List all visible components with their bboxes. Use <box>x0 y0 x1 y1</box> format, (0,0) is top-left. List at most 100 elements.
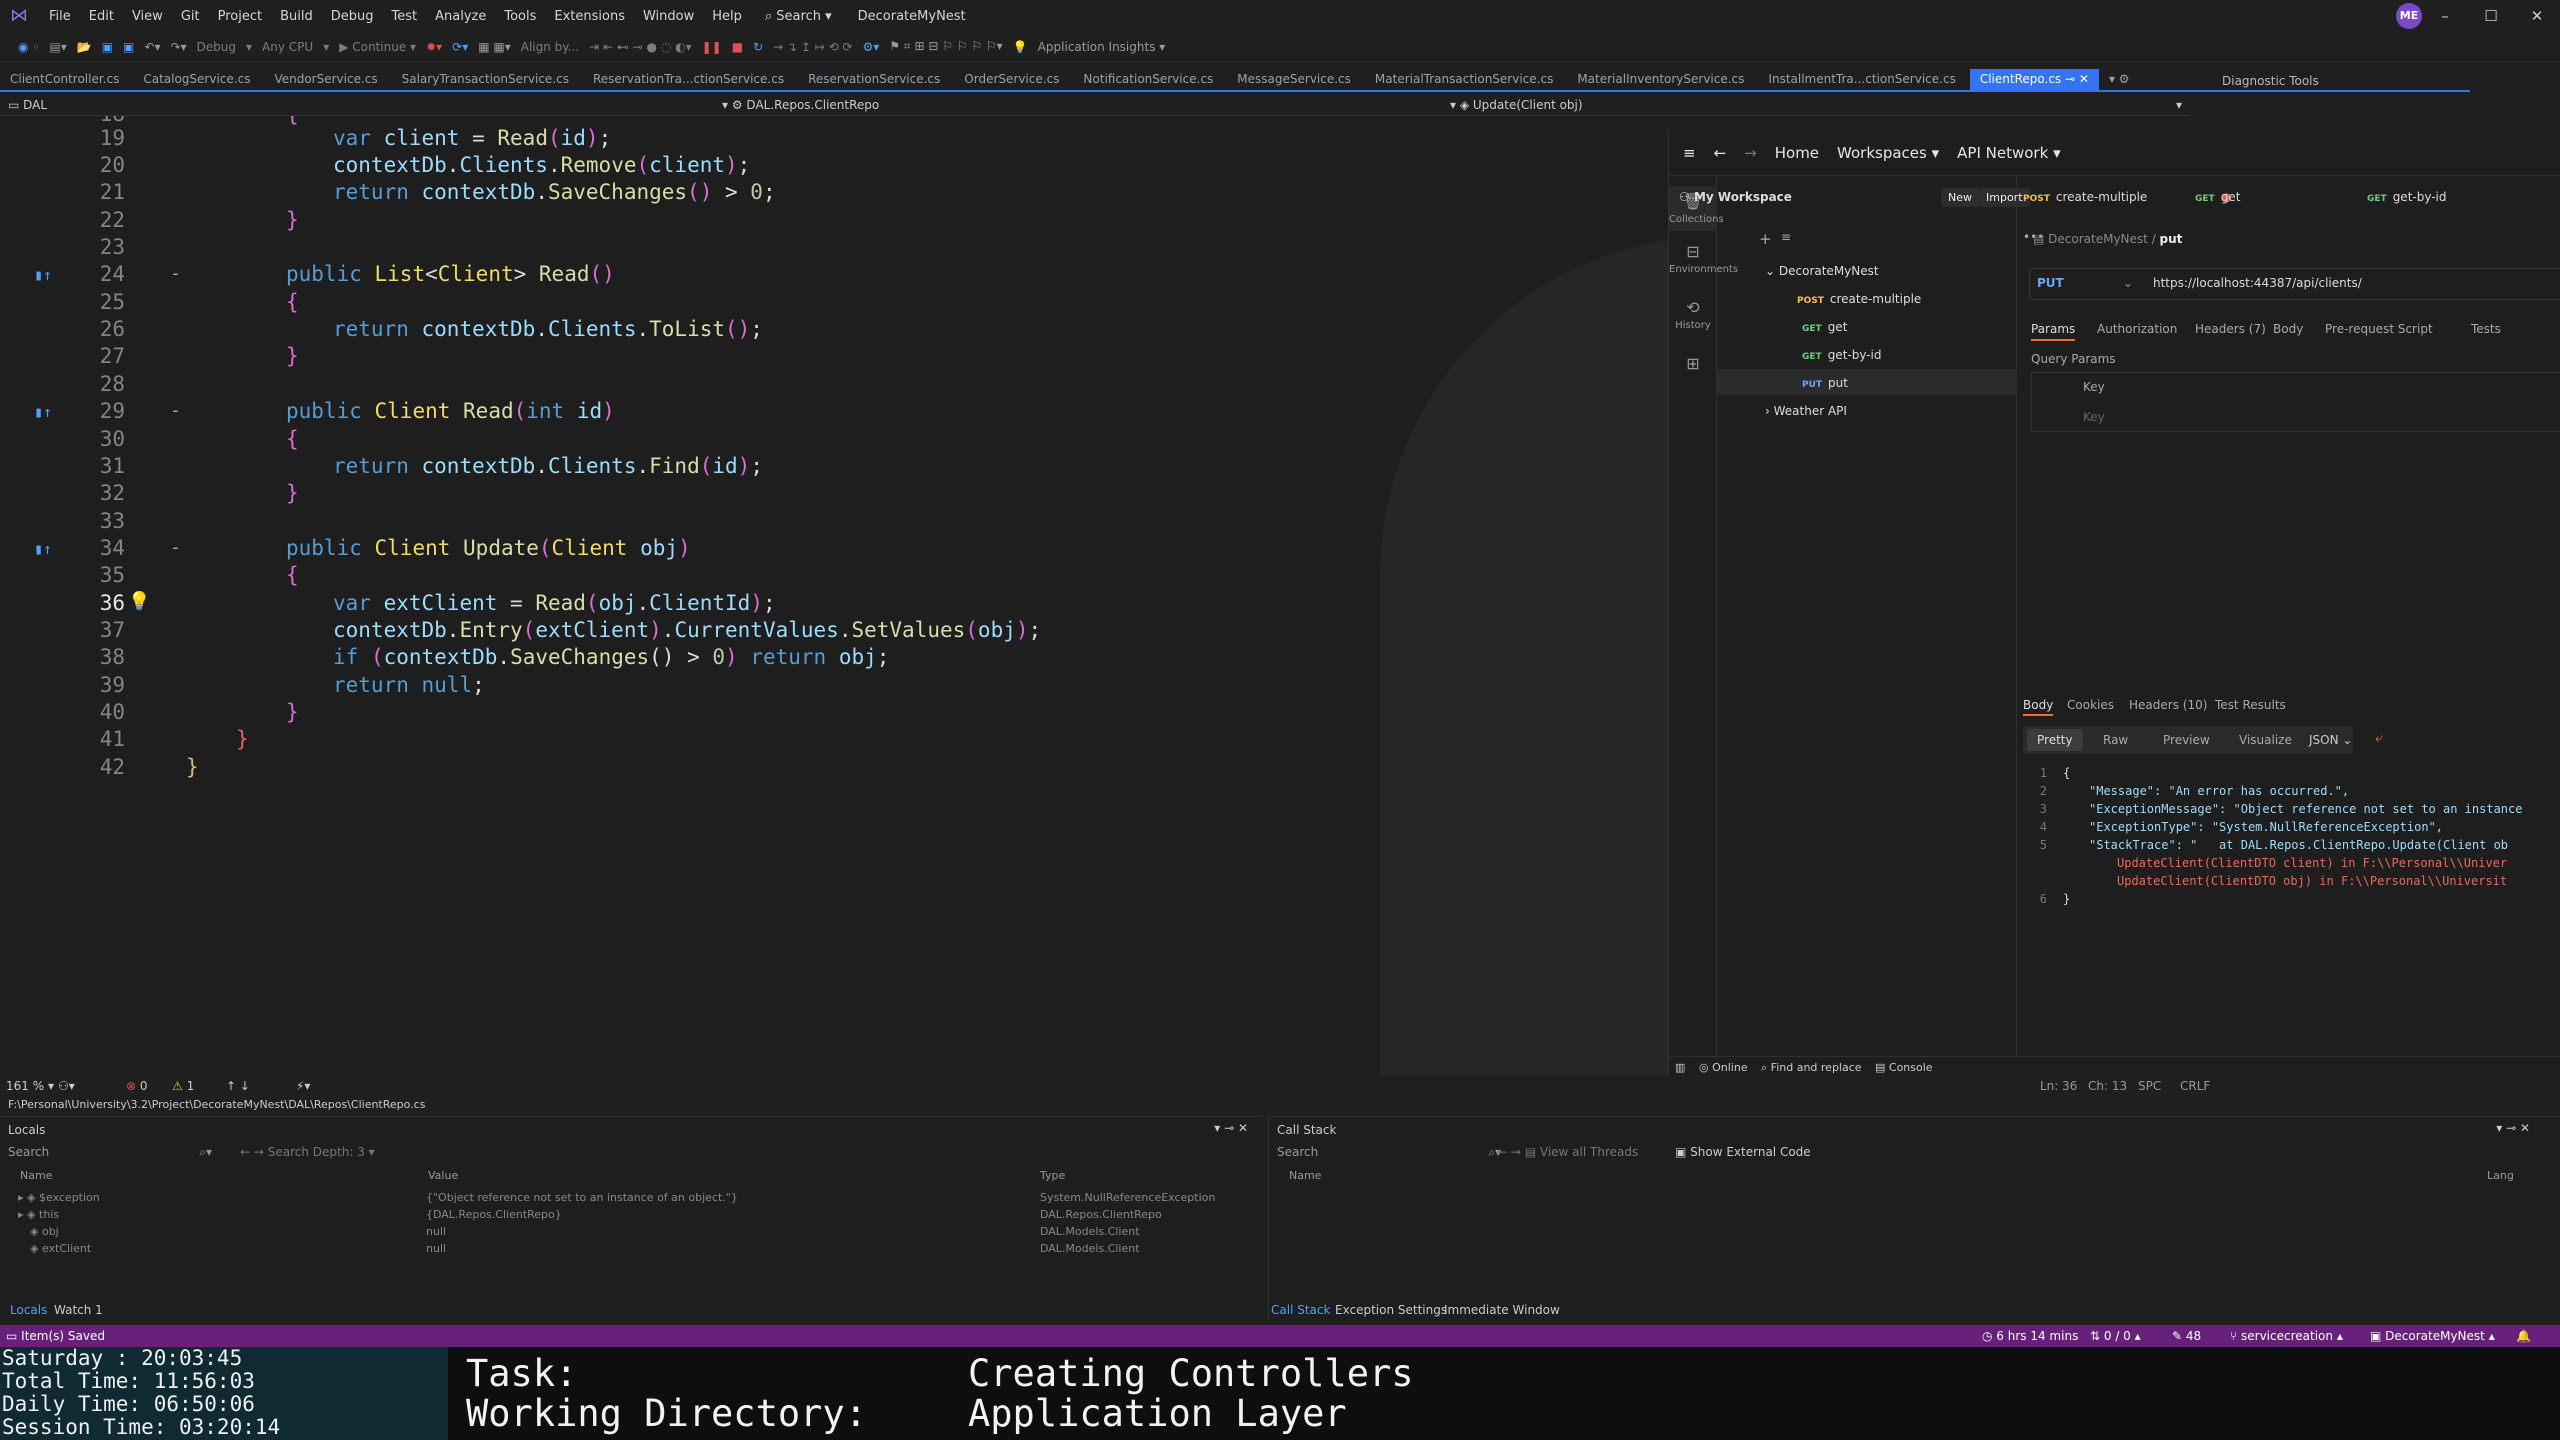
minimize-icon[interactable]: – <box>2422 7 2468 25</box>
indent-indicator[interactable]: SPC <box>2138 1079 2161 1093</box>
add-collection-icon[interactable]: + <box>1759 230 1772 248</box>
response-body[interactable]: 1 2 3 4 5 6 { "Message": "An error has o… <box>2023 766 2560 906</box>
open-tab-get[interactable]: GET get <box>2195 190 2240 204</box>
nav-arrows-icon[interactable]: ↑ ↓ <box>226 1079 250 1093</box>
insights-dropdown[interactable]: Application Insights ▾ <box>1038 40 1166 54</box>
save-all-icon[interactable]: ▣ <box>123 40 134 54</box>
resp-tab-body[interactable]: Body <box>2023 698 2054 716</box>
insights-icon[interactable]: 💡 <box>1013 40 1028 54</box>
repository[interactable]: ▣ DecorateMyNest ▴ <box>2370 1329 2495 1343</box>
locals-row[interactable]: ◈ obj <box>30 1225 59 1238</box>
menu-debug[interactable]: Debug <box>322 9 383 24</box>
tab-immediate-window[interactable]: Immediate Window <box>1444 1303 1560 1317</box>
codelens-icon[interactable]: ▮↑ <box>34 266 52 284</box>
layout-icon[interactable]: ▦ ▦▾ <box>478 40 511 54</box>
locals-search[interactable]: Search ⌕▾ <box>8 1145 212 1160</box>
menu-project[interactable]: Project <box>209 9 271 24</box>
git-branch[interactable]: ⑂ servicecreation ▴ <box>2230 1329 2343 1343</box>
view-tab-raw[interactable]: Raw <box>2103 733 2128 747</box>
chevron-down-icon[interactable]: ▾ <box>323 40 329 54</box>
tab-reservationtransactionservice[interactable]: ReservationTra...ctionService.cs <box>583 72 798 90</box>
locals-row[interactable]: ◈ extClient <box>30 1242 91 1255</box>
menu-extensions[interactable]: Extensions <box>545 9 634 24</box>
lightbulb-icon[interactable]: 💡 <box>128 591 150 612</box>
tab-materialtransactionservice[interactable]: MaterialTransactionService.cs <box>1365 72 1567 90</box>
menu-build[interactable]: Build <box>271 9 322 24</box>
diagnostics-icon[interactable]: ⚙▾ <box>863 40 880 54</box>
back-forward-icon[interactable]: ◉ ◦ <box>18 40 39 54</box>
tab-reservationservice[interactable]: ReservationService.cs <box>798 72 954 90</box>
collection-weather-api[interactable]: › Weather API <box>1765 404 1847 418</box>
tab-catalogservice[interactable]: CatalogService.cs <box>133 72 264 90</box>
pending-edits[interactable]: ✎ 48 <box>2172 1329 2201 1343</box>
align-dropdown[interactable]: Align by... <box>521 40 579 54</box>
show-external-code[interactable]: ▣ Show External Code <box>1675 1145 1811 1159</box>
request-put[interactable]: PUT put <box>1802 376 1848 390</box>
continue-button[interactable]: ▶ Continue ▾ <box>339 40 416 54</box>
new-button[interactable]: New <box>1941 188 1979 207</box>
menu-tools[interactable]: Tools <box>495 9 545 24</box>
tab-watch-1[interactable]: Watch 1 <box>54 1303 103 1317</box>
codelens-icon[interactable]: ▮↑ <box>34 540 52 558</box>
menu-test[interactable]: Test <box>383 9 427 24</box>
view-all-threads[interactable]: ← → ▤ View all Threads <box>1497 1145 1638 1159</box>
member-dropdown[interactable]: ▾ ◈ Update(Client obj) <box>1450 98 1583 112</box>
config-dropdown[interactable]: Debug <box>197 40 236 54</box>
platform-dropdown[interactable]: Any CPU <box>262 40 313 54</box>
notifications-icon[interactable]: 🔔 <box>2516 1329 2531 1343</box>
panel-controls-icon[interactable]: ▾ ⊸ ✕ <box>1214 1121 1248 1135</box>
format-dropdown[interactable]: JSON ⌄ <box>2309 733 2352 747</box>
filter-icon[interactable]: ≡ <box>1781 230 1791 244</box>
warnings-count[interactable]: ⚠ 1 <box>172 1079 194 1093</box>
cleanup-icon[interactable]: ⚡▾ <box>296 1079 310 1093</box>
line-indicator[interactable]: Ln: 36 <box>2040 1079 2077 1093</box>
find-replace-button[interactable]: ⌕ Find and replace <box>1761 1061 1862 1075</box>
split-icon[interactable]: ▾ <box>2176 98 2182 112</box>
sidebar-toggle-icon[interactable]: ▥ <box>1675 1061 1685 1074</box>
restart-icon[interactable]: ⟳▾ <box>452 40 468 54</box>
stop-icon[interactable]: ■ <box>732 40 743 54</box>
resp-tab-test-results[interactable]: Test Results <box>2215 698 2286 712</box>
git-sync[interactable]: ⇅ 0 / 0 ▴ <box>2090 1329 2141 1343</box>
tab-messageservice[interactable]: MessageService.cs <box>1227 72 1365 90</box>
collapse-icon[interactable]: - <box>170 400 181 421</box>
collection-decoratemynest[interactable]: ⌄ DecorateMyNest <box>1765 264 1879 278</box>
step-over-icons[interactable]: → ↴ ↥ ↦ ⟲ ⟳ <box>773 40 852 54</box>
open-icon[interactable]: 📂 <box>77 40 92 54</box>
menu-help[interactable]: Help <box>703 9 751 24</box>
restart-debug-icon[interactable]: ↻ <box>753 40 763 54</box>
class-dropdown[interactable]: ▾ ⚙ DAL.Repos.ClientRepo <box>722 98 879 112</box>
tab-tests[interactable]: Tests <box>2471 322 2501 336</box>
search-box[interactable]: ⌕ Search ▾ <box>751 9 846 24</box>
tab-params[interactable]: Params <box>2031 322 2076 341</box>
tab-materialinventoryservice[interactable]: MaterialInventoryService.cs <box>1567 72 1758 90</box>
sidebar-item-environments[interactable]: ⊟ Environments <box>1669 242 1738 275</box>
tab-call-stack[interactable]: Call Stack <box>1271 1303 1330 1317</box>
tab-exception-settings[interactable]: Exception Settings <box>1335 1303 1447 1317</box>
pin-icon[interactable]: ⊸ <box>2065 72 2075 86</box>
collapse-icon[interactable]: - <box>170 537 181 558</box>
tab-list-dropdown-icon[interactable]: ▾ ⚙ <box>2099 72 2144 90</box>
tab-headers[interactable]: Headers (7) <box>2195 322 2266 336</box>
url-input[interactable]: https://localhost:44387/api/clients/ <box>2153 276 2362 290</box>
maximize-icon[interactable]: ☐ <box>2468 7 2514 25</box>
tab-vendorservice[interactable]: VendorService.cs <box>264 72 391 90</box>
tab-authorization[interactable]: Authorization <box>2097 322 2177 336</box>
view-tab-pretty[interactable]: Pretty <box>2027 729 2083 751</box>
time-tracker[interactable]: ◷ 6 hrs 14 mins <box>1982 1329 2078 1343</box>
menu-view[interactable]: View <box>123 9 172 24</box>
chevron-down-icon[interactable]: ▾ <box>246 40 252 54</box>
column-type[interactable]: Type <box>1040 1169 1065 1182</box>
workspace-name[interactable]: ⚇ My Workspace <box>1679 190 1792 204</box>
hot-reload-icon[interactable]: ✹▾ <box>426 40 442 54</box>
request-get-by-id[interactable]: GET get-by-id <box>1802 348 1882 362</box>
tab-orderservice[interactable]: OrderService.cs <box>954 72 1073 90</box>
tab-body[interactable]: Body <box>2273 322 2303 336</box>
column-name[interactable]: Name <box>20 1169 52 1182</box>
tab-locals[interactable]: Locals <box>10 1303 47 1317</box>
step-icons[interactable]: ⇥ ⇤ ⊷ ⊸ ● ◌ ◐▾ <box>589 40 692 54</box>
tab-installmenttransactionservice[interactable]: InstallmentTra...ctionService.cs <box>1758 72 1969 90</box>
request-get[interactable]: GET get <box>1802 320 1847 334</box>
column-value[interactable]: Value <box>428 1169 458 1182</box>
bookmark-icons[interactable]: ⚑ ⌗ ⊞ ⊟ ⚐ ⚐ ⚐ ⚐▾ <box>889 39 1002 54</box>
